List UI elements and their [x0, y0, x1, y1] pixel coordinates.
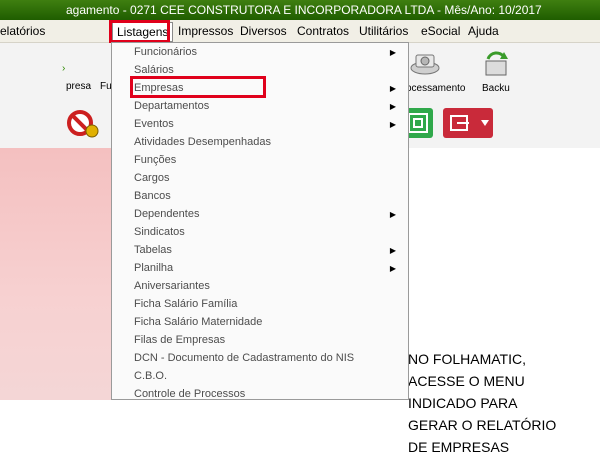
- note-line: INDICADO PARA: [408, 395, 518, 411]
- note-line: NO FOLHAMATIC,: [408, 351, 526, 367]
- menu-item-dcn[interactable]: DCN - Documento de Cadastramento do NIS: [134, 352, 354, 364]
- menu-item-funcionarios[interactable]: Funcionários: [134, 46, 197, 58]
- empresas-highlight: [130, 76, 266, 98]
- submenu-arrow-icon: ▶: [389, 84, 396, 93]
- submenu-arrow-icon: ▶: [389, 102, 396, 111]
- menu-item-cbo[interactable]: C.B.O.: [134, 370, 167, 382]
- listagens-highlight: [109, 20, 170, 43]
- menu-item-sindicatos[interactable]: Sindicatos: [134, 226, 185, 238]
- menu-item-eventos[interactable]: Eventos: [134, 118, 174, 130]
- toolbar-empresa-label[interactable]: presa: [66, 81, 91, 92]
- toolbar-funcionarios-label[interactable]: Fu: [100, 81, 112, 92]
- submenu-arrow-icon: ▶: [389, 210, 396, 219]
- toolbar-processamento-label[interactable]: ocessamento: [406, 83, 465, 94]
- note-line: DE EMPRESAS: [408, 439, 510, 455]
- submenu-arrow-icon: ▶: [389, 48, 396, 57]
- no-entry-icon[interactable]: [66, 109, 102, 141]
- window-title: agamento - 0271 CEE CONSTRUTORA E INCORP…: [66, 3, 542, 17]
- submenu-arrow-icon: ▶: [389, 246, 396, 255]
- submenu-arrow-icon: ▶: [389, 264, 396, 273]
- menu-item-filas-empresas[interactable]: Filas de Empresas: [134, 334, 225, 346]
- toolbar-backup-label[interactable]: Backu: [482, 83, 510, 94]
- menu-item-cargos[interactable]: Cargos: [134, 172, 169, 184]
- menu-item-controle-processos[interactable]: Controle de Processos: [134, 388, 245, 400]
- menu-item-tabelas[interactable]: Tabelas: [134, 244, 172, 256]
- menu-item-departamentos[interactable]: Departamentos: [134, 100, 209, 112]
- menu-item-atividades[interactable]: Atividades Desempenhadas: [134, 136, 271, 148]
- menu-esocial[interactable]: eSocial: [421, 24, 460, 38]
- window-titlebar: agamento - 0271 CEE CONSTRUTORA E INCORP…: [0, 0, 600, 20]
- menu-item-ficha-salario-maternidade[interactable]: Ficha Salário Maternidade: [134, 316, 262, 328]
- menu-diversos[interactable]: Diversos: [240, 24, 287, 38]
- menu-item-aniversariantes[interactable]: Aniversariantes: [134, 280, 210, 292]
- backup-icon[interactable]: [480, 47, 512, 79]
- note-line: ACESSE O MENU: [408, 373, 525, 389]
- exit-dropdown-button[interactable]: [443, 108, 493, 138]
- menu-ajuda[interactable]: Ajuda: [468, 24, 499, 38]
- processing-icon[interactable]: [408, 51, 442, 77]
- arrow-icon: ›: [62, 63, 66, 74]
- note-line: GERAR O RELATÓRIO: [408, 417, 557, 433]
- menu-utilitarios[interactable]: Utilitários: [359, 24, 408, 38]
- menu-contratos[interactable]: Contratos: [297, 24, 349, 38]
- menu-item-bancos[interactable]: Bancos: [134, 190, 171, 202]
- menu-impressos[interactable]: Impressos: [178, 24, 233, 38]
- menu-bar: elatórios Listagens Impressos Diversos C…: [0, 20, 600, 43]
- instruction-note: NO FOLHAMATIC, ACESSE O MENU INDICADO PA…: [408, 348, 598, 458]
- menu-item-funcoes[interactable]: Funções: [134, 154, 176, 166]
- menu-relatorios[interactable]: elatórios: [0, 24, 45, 38]
- menu-item-planilha[interactable]: Planilha: [134, 262, 173, 274]
- submenu-arrow-icon: ▶: [389, 120, 396, 129]
- menu-item-dependentes[interactable]: Dependentes: [134, 208, 199, 220]
- menu-item-ficha-salario-familia[interactable]: Ficha Salário Família: [134, 298, 237, 310]
- menu-item-salarios[interactable]: Salários: [134, 64, 174, 76]
